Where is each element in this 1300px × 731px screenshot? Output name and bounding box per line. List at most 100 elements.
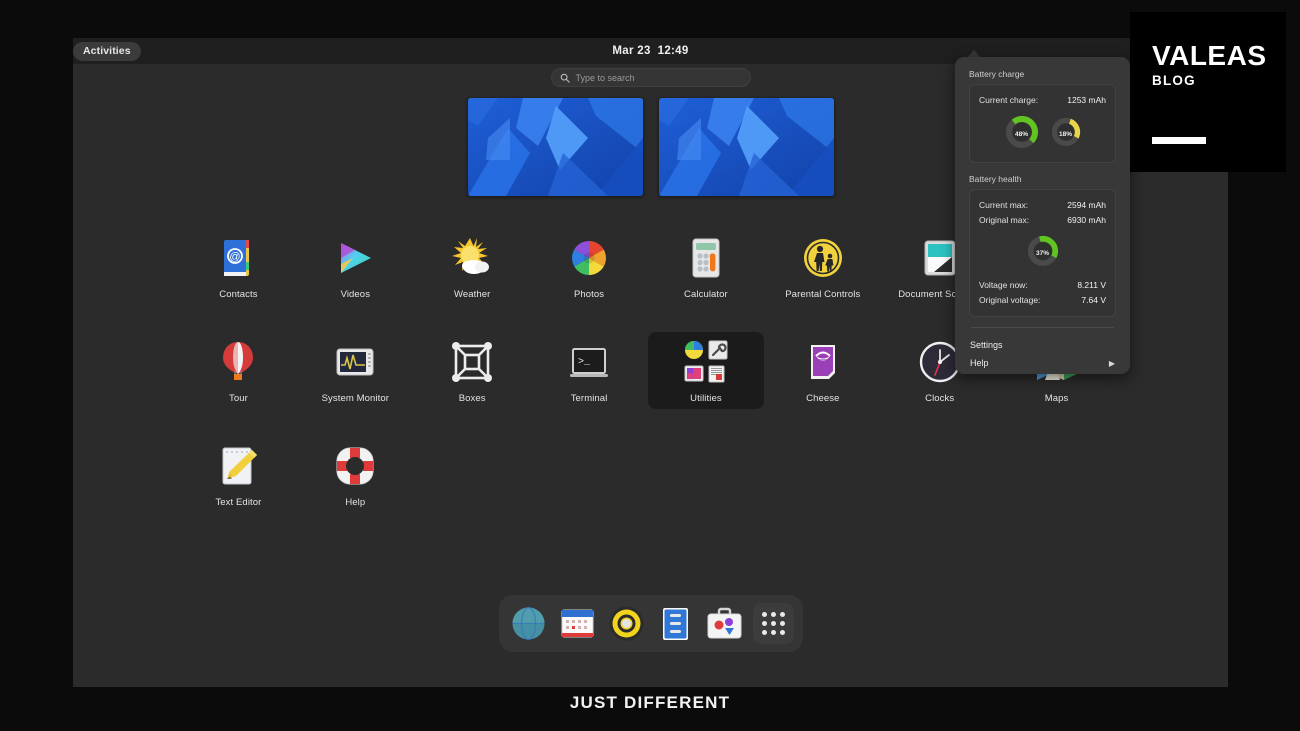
help-menu-item[interactable]: Help ▶ xyxy=(969,354,1116,372)
app-terminal[interactable]: >_ Terminal xyxy=(531,332,648,409)
utilities-folder-icon xyxy=(682,338,730,386)
app-help[interactable]: Help xyxy=(297,436,414,513)
dock-calendar[interactable] xyxy=(557,603,598,644)
charge-gauges: 48% 18% xyxy=(979,115,1106,154)
svg-text:@: @ xyxy=(230,251,241,263)
rate-gauge: 18% xyxy=(1051,117,1081,152)
app-label: Clocks xyxy=(925,393,955,404)
battery-health-title: Battery health xyxy=(969,174,1022,184)
calculator-icon xyxy=(682,234,730,282)
show-apps-icon xyxy=(761,612,785,635)
app-system-monitor[interactable]: System Monitor xyxy=(297,332,414,409)
voltage-now-label: Voltage now: xyxy=(979,280,1028,290)
app-label: System Monitor xyxy=(321,393,389,404)
workspace-thumbnail-2[interactable] xyxy=(658,98,834,196)
app-label: Videos xyxy=(340,289,371,300)
search-icon xyxy=(560,73,570,83)
app-text-editor[interactable]: Text Editor xyxy=(180,436,297,513)
weather-icon xyxy=(448,234,496,282)
app-boxes[interactable]: Boxes xyxy=(414,332,531,409)
health-gauge: 37% xyxy=(1027,235,1059,272)
screenshot-root: Activities Mar 23 12:49 Type to search @… xyxy=(0,0,1300,731)
app-label: Tour xyxy=(228,393,248,404)
app-weather[interactable]: Weather xyxy=(414,228,531,305)
app-label: Maps xyxy=(1044,393,1069,404)
parental-controls-icon xyxy=(799,234,847,282)
dock-web-browser[interactable] xyxy=(508,603,549,644)
original-max-row: Original max: 6930 mAh xyxy=(979,213,1106,228)
voltage-now-value: 8.211 V xyxy=(1077,280,1106,290)
watermark-title: VALEAS xyxy=(1152,40,1267,71)
app-videos[interactable]: Videos xyxy=(297,228,414,305)
original-max-value: 6930 mAh xyxy=(1067,215,1106,225)
watermark-bar xyxy=(1152,137,1206,144)
battery-popup[interactable]: Battery charge Current charge: 1253 mAh … xyxy=(955,57,1130,374)
help-icon xyxy=(331,442,379,490)
original-voltage-value: 7.64 V xyxy=(1081,295,1106,305)
current-charge-value: 1253 mAh xyxy=(1067,95,1106,105)
original-voltage-row: Original voltage: 7.64 V xyxy=(979,293,1106,308)
app-calculator[interactable]: Calculator xyxy=(648,228,765,305)
health-gauge-pct: 37% xyxy=(1035,250,1049,257)
dock-music[interactable] xyxy=(606,603,647,644)
app-folder-utilities[interactable]: Utilities xyxy=(647,332,765,409)
settings-menu-item[interactable]: Settings xyxy=(969,336,1116,354)
watermark-overlay: VALEAS BLOG xyxy=(1130,12,1286,172)
search-input[interactable]: Type to search xyxy=(550,68,751,87)
voltage-now-row: Voltage now: 8.211 V xyxy=(979,278,1106,293)
chevron-right-icon: ▶ xyxy=(1108,358,1115,368)
app-label: Text Editor xyxy=(215,497,262,508)
dock-files[interactable] xyxy=(655,603,696,644)
text-editor-icon xyxy=(214,442,262,490)
rate-gauge-pct: 18% xyxy=(1058,131,1072,138)
battery-charge-card: Current charge: 1253 mAh 48% 18% xyxy=(969,84,1116,163)
app-label: Cheese xyxy=(806,393,840,404)
current-max-value: 2594 mAh xyxy=(1067,200,1106,210)
workspace-thumbnail-1[interactable] xyxy=(467,98,643,196)
app-cheese[interactable]: Cheese xyxy=(764,332,881,409)
search-placeholder: Type to search xyxy=(575,72,635,83)
current-charge-label: Current charge: xyxy=(979,95,1039,105)
boxes-icon xyxy=(448,338,496,386)
settings-label: Settings xyxy=(970,340,1003,350)
system-monitor-icon xyxy=(331,338,379,386)
charge-gauge-pct: 48% xyxy=(1014,131,1028,138)
current-max-row: Current max: 2594 mAh xyxy=(979,198,1106,213)
battery-health-card: Current max: 2594 mAh Original max: 6930… xyxy=(969,189,1116,317)
dock xyxy=(498,595,803,652)
app-label: Photos xyxy=(573,289,605,300)
app-label: Help xyxy=(345,497,366,508)
current-max-label: Current max: xyxy=(979,200,1029,210)
terminal-icon: >_ xyxy=(565,338,613,386)
caption-text: JUST DIFFERENT xyxy=(569,693,731,712)
app-label: Utilities xyxy=(690,393,722,404)
tour-icon xyxy=(214,338,262,386)
watermark-subtitle: BLOG xyxy=(1152,73,1196,88)
help-label: Help xyxy=(970,358,989,368)
current-charge-row: Current charge: 1253 mAh xyxy=(979,93,1106,108)
workspace-thumbnails xyxy=(467,98,834,196)
videos-icon xyxy=(331,234,379,282)
dock-software[interactable] xyxy=(704,603,745,644)
dock-show-applications[interactable] xyxy=(752,603,794,644)
app-parental-controls[interactable]: Parental Controls xyxy=(764,228,881,305)
app-label: Contacts xyxy=(219,289,258,300)
app-photos[interactable]: Photos xyxy=(531,228,648,305)
charge-gauge: 48% xyxy=(1005,115,1039,154)
clock-date: Mar 23 xyxy=(612,45,651,57)
photos-icon xyxy=(565,234,613,282)
svg-text:>_: >_ xyxy=(578,357,591,368)
app-label: Boxes xyxy=(458,393,486,404)
app-label: Weather xyxy=(453,289,491,300)
original-max-label: Original max: xyxy=(979,215,1030,225)
app-label: Terminal xyxy=(570,393,608,404)
app-tour[interactable]: Tour xyxy=(180,332,297,409)
health-gauges: 37% xyxy=(979,235,1106,272)
popup-divider xyxy=(971,327,1114,328)
app-contacts[interactable]: @ Contacts xyxy=(180,228,297,305)
app-label: Calculator xyxy=(684,289,728,300)
app-label: Parental Controls xyxy=(785,289,861,300)
battery-charge-title: Battery charge xyxy=(969,69,1025,79)
original-voltage-label: Original voltage: xyxy=(979,295,1041,305)
cheese-icon xyxy=(799,338,847,386)
